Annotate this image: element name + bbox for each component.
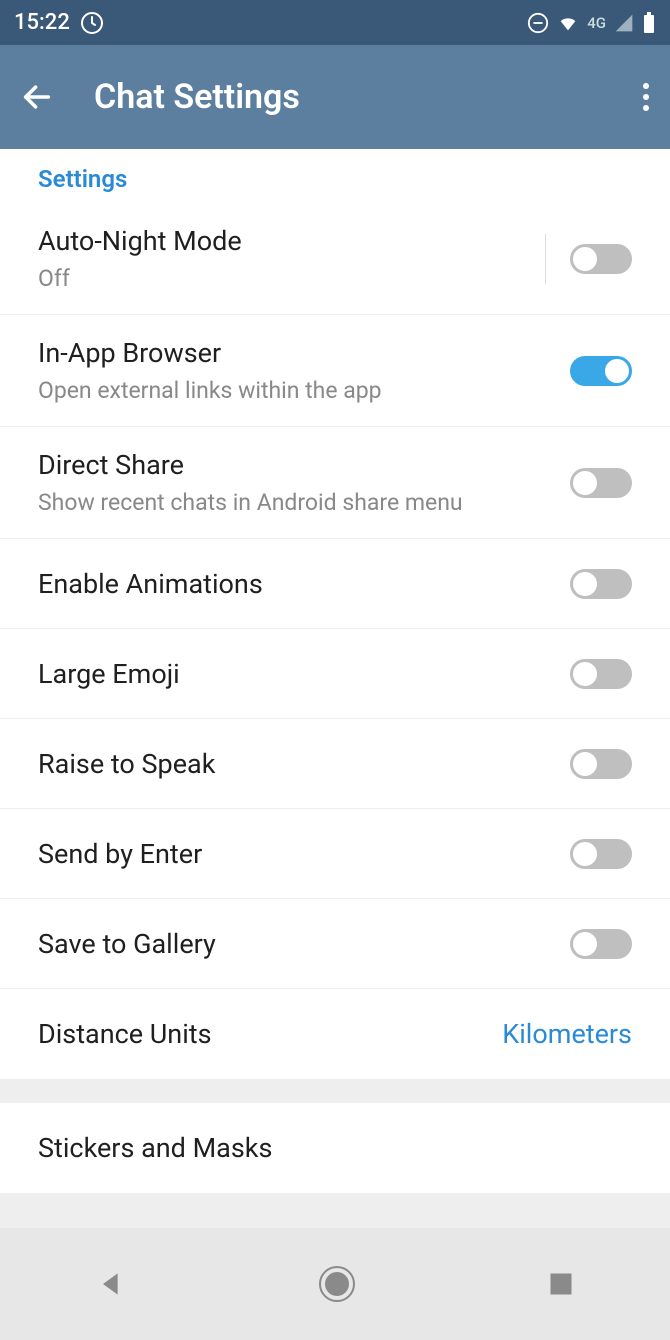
row-title: Send by Enter — [38, 838, 570, 870]
row-title: Enable Animations — [38, 568, 570, 600]
settings-list: Settings Auto-Night Mode Off In-App Brow… — [0, 149, 670, 1079]
toggle-large-emoji[interactable] — [570, 659, 632, 689]
row-title: Save to Gallery — [38, 928, 570, 960]
nav-back-icon[interactable] — [95, 1268, 127, 1300]
dnd-icon — [527, 12, 549, 34]
nav-recent-icon[interactable] — [547, 1270, 575, 1298]
row-auto-night-mode[interactable]: Auto-Night Mode Off — [0, 203, 670, 315]
row-save-to-gallery[interactable]: Save to Gallery — [0, 899, 670, 989]
row-title: Distance Units — [38, 1018, 502, 1050]
app-bar: Chat Settings — [0, 45, 670, 149]
toggle-auto-night[interactable] — [570, 244, 632, 274]
row-title: In-App Browser — [38, 337, 570, 369]
nav-home-icon[interactable] — [317, 1264, 357, 1304]
row-title: Large Emoji — [38, 658, 570, 690]
row-raise-to-speak[interactable]: Raise to Speak — [0, 719, 670, 809]
row-direct-share[interactable]: Direct Share Show recent chats in Androi… — [0, 427, 670, 539]
row-stickers-and-masks[interactable]: Stickers and Masks — [0, 1103, 670, 1193]
row-enable-animations[interactable]: Enable Animations — [0, 539, 670, 629]
toggle-direct-share[interactable] — [570, 468, 632, 498]
row-distance-units[interactable]: Distance Units Kilometers — [0, 989, 670, 1079]
back-icon[interactable] — [20, 80, 54, 114]
page-title: Chat Settings — [94, 77, 300, 117]
row-subtitle: Off — [38, 265, 545, 292]
row-subtitle: Show recent chats in Android share menu — [38, 489, 570, 516]
navigation-bar — [0, 1228, 670, 1340]
row-subtitle: Open external links within the app — [38, 377, 570, 404]
row-title: Raise to Speak — [38, 748, 570, 780]
overflow-menu-icon[interactable] — [642, 82, 650, 112]
wifi-icon — [557, 12, 579, 34]
toggle-in-app-browser[interactable] — [570, 356, 632, 386]
settings-list-2: Stickers and Masks — [0, 1103, 670, 1193]
toggle-enable-animations[interactable] — [570, 569, 632, 599]
battery-icon — [642, 12, 656, 34]
row-in-app-browser[interactable]: In-App Browser Open external links withi… — [0, 315, 670, 427]
whatsapp-icon — [80, 11, 104, 35]
signal-icon — [614, 13, 634, 33]
row-send-by-enter[interactable]: Send by Enter — [0, 809, 670, 899]
vertical-divider — [545, 234, 546, 284]
toggle-send-by-enter[interactable] — [570, 839, 632, 869]
row-title: Stickers and Masks — [38, 1132, 632, 1164]
toggle-save-to-gallery[interactable] — [570, 929, 632, 959]
row-title: Direct Share — [38, 449, 570, 481]
section-header: Settings — [0, 149, 670, 203]
status-bar: 15:22 4G — [0, 0, 670, 45]
distance-value: Kilometers — [502, 1018, 632, 1050]
row-title: Auto-Night Mode — [38, 225, 545, 257]
status-time: 15:22 — [14, 10, 70, 35]
row-large-emoji[interactable]: Large Emoji — [0, 629, 670, 719]
section-divider — [0, 1079, 670, 1103]
network-label: 4G — [587, 14, 606, 32]
toggle-raise-to-speak[interactable] — [570, 749, 632, 779]
